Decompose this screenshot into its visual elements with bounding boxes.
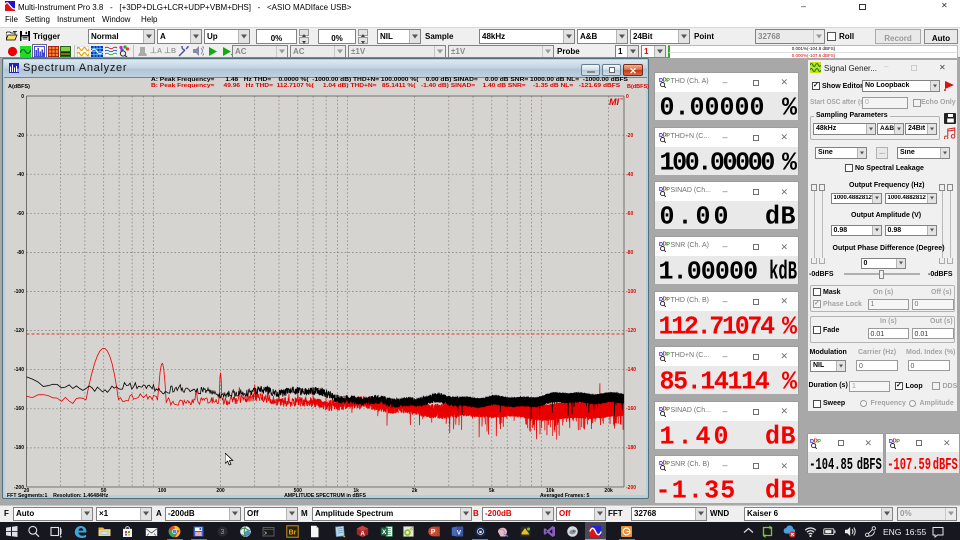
svg-text:P: P: [666, 297, 670, 303]
svg-text:V: V: [456, 529, 461, 536]
svg-text:P: P: [666, 351, 670, 357]
svg-text:P: P: [430, 529, 435, 536]
svg-text:P: P: [666, 132, 670, 138]
svg-text:3: 3: [220, 529, 224, 536]
svg-text:A: A: [360, 530, 365, 537]
svg-text:Br: Br: [288, 529, 296, 536]
svg-text:P: P: [666, 242, 670, 248]
svg-text:P: P: [666, 406, 670, 412]
svg-text:P: P: [896, 438, 900, 444]
svg-text:P: P: [666, 461, 670, 467]
svg-text:P: P: [817, 438, 821, 444]
svg-text:X: X: [382, 529, 387, 536]
svg-text:P: P: [666, 77, 670, 83]
svg-text:P: P: [666, 187, 670, 193]
